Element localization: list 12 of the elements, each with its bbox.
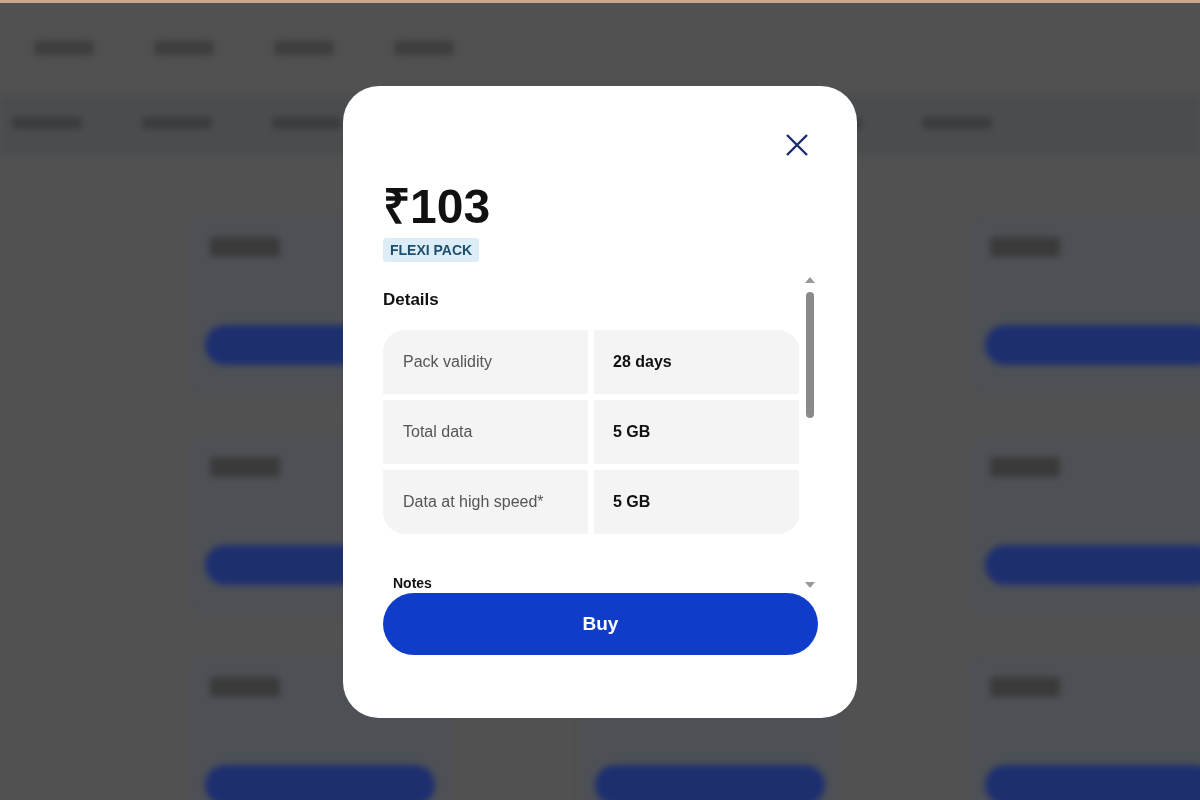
notes-heading: Notes — [393, 575, 432, 591]
buy-button[interactable]: Buy — [383, 593, 818, 655]
details-heading: Details — [383, 290, 439, 310]
pack-type-badge: FLEXI PACK — [383, 238, 480, 262]
detail-label: Pack validity — [403, 353, 492, 371]
detail-value: 28 days — [613, 353, 672, 371]
detail-value: 5 GB — [613, 493, 651, 511]
pack-price: ₹103 — [383, 180, 491, 234]
close-icon[interactable] — [784, 132, 810, 158]
detail-value: 5 GB — [613, 423, 651, 441]
detail-label: Data at high speed* — [403, 493, 544, 511]
detail-label: Total data — [403, 423, 473, 441]
